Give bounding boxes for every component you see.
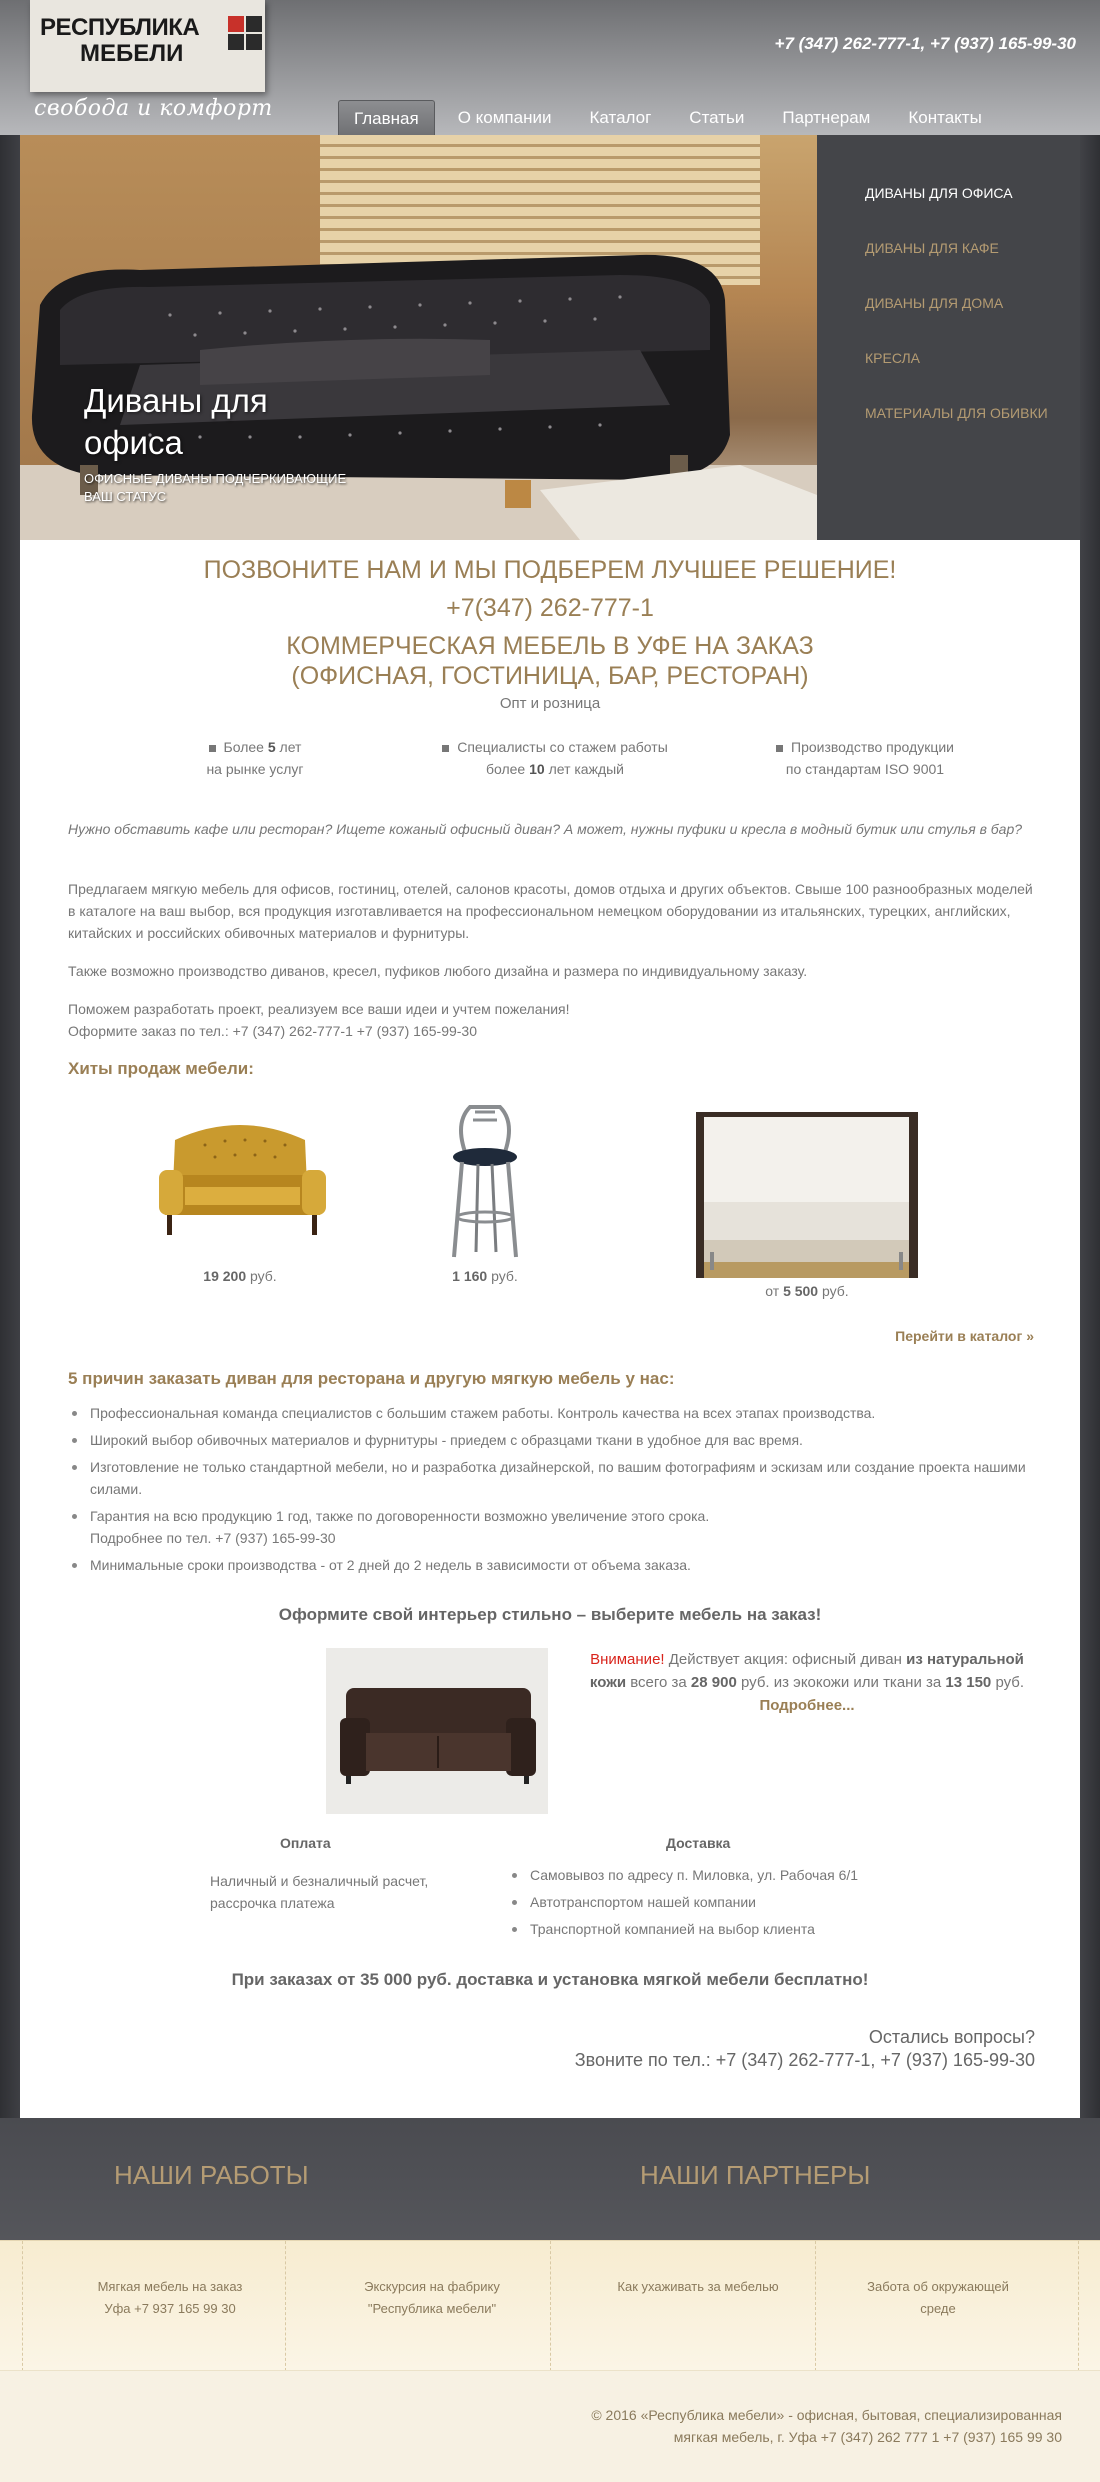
category-cafe-sofas[interactable]: ДИВАНЫ ДЛЯ КАФЕ (865, 240, 999, 256)
nav-item-articles[interactable]: Статьи (674, 100, 759, 136)
footer-link-environment[interactable]: Забота об окружающей среде (818, 2276, 1058, 2320)
delivery-list: Самовывоз по адресу п. Миловка, ул. Рабо… (508, 1864, 928, 1945)
list-item: Профессиональная команда специалистов с … (68, 1402, 1043, 1424)
nav-item-home[interactable]: Главная (338, 100, 435, 136)
delivery-title: Доставка (666, 1835, 731, 1851)
main-content: ПОЗВОНИТЕ НАМ И МЫ ПОДБЕРЕМ ЛУЧШЕЕ РЕШЕН… (20, 540, 1080, 2118)
logo-square-red (228, 16, 244, 32)
logo-text-1: РЕСПУБЛИКА (40, 14, 200, 41)
divider (815, 2241, 816, 2371)
header-phones: +7 (347) 262-777-1, +7 (937) 165-99-30 (774, 34, 1076, 53)
bottom-band: НАШИ РАБОТЫ НАШИ ПАРТНЕРЫ (0, 2118, 1100, 2240)
hits-title: Хиты продаж мебели: (68, 1059, 254, 1078)
our-partners-heading[interactable]: НАШИ ПАРТНЕРЫ (640, 2160, 870, 2191)
list-item: Самовывоз по адресу п. Миловка, ул. Рабо… (508, 1864, 928, 1886)
page-title-1: КОММЕРЧЕСКАЯ МЕБЕЛЬ В УФЕ НА ЗАКАЗ (286, 632, 814, 660)
copyright: © 2016 «Республика мебели» - офисная, бы… (591, 2407, 1062, 2445)
footer-link-factory-tour[interactable]: Экскурсия на фабрику "Республика мебели" (312, 2276, 552, 2320)
slogan: свобода и комфорт (34, 96, 273, 121)
free-delivery-note: При заказах от 35 000 руб. доставка и ус… (231, 1970, 869, 1989)
logo-square-dark (246, 16, 262, 32)
feature-bullet (208, 744, 216, 752)
category-upholstery[interactable]: МАТЕРИАЛЫ ДЛЯ ОБИВКИ (865, 405, 1048, 421)
intro-paragraph-2: Также возможно производство диванов, кре… (68, 963, 808, 979)
feature-bullet (442, 744, 450, 752)
wholesale-retail: Опт и розница (499, 695, 601, 712)
category-armchairs[interactable]: КРЕСЛА (865, 350, 920, 366)
category-home-sofas[interactable]: ДИВАНЫ ДЛЯ ДОМА (865, 295, 1003, 311)
call-heading: ПОЗВОНИТЕ НАМ И МЫ ПОДБЕРЕМ ЛУЧШЕЕ РЕШЕН… (203, 556, 897, 584)
feature-specialists: Специалисты со стажем работы более 10 лет… (420, 736, 690, 780)
header: РЕСПУБЛИКА МЕБЕЛИ свобода и комфорт +7 (… (0, 0, 1100, 136)
catalog-link[interactable]: Перейти в каталог » (895, 1328, 1034, 1344)
nav-item-about[interactable]: О компании (443, 100, 567, 136)
feature-experience: Более 5 лет на рынке услуг (206, 739, 304, 777)
logo-square-dark (246, 34, 262, 50)
list-item: Гарантия на всю продукцию 1 год, также п… (68, 1505, 1043, 1549)
questions-title: Остались вопросы? (868, 2027, 1035, 2047)
payment-text: Наличный и безналичный расчет, рассрочка … (210, 1873, 429, 1911)
page-title-2: (ОФИСНАЯ, ГОСТИНИЦА, БАР, РЕСТОРАН) (291, 662, 809, 690)
category-menu: ДИВАНЫ ДЛЯ ОФИСА ДИВАНЫ ДЛЯ КАФЕ ДИВАНЫ … (817, 135, 1080, 540)
promo-more-link[interactable]: Подробнее... (759, 1697, 854, 1714)
category-office-sofas[interactable]: ДИВАНЫ ДЛЯ ОФИСА (865, 185, 1013, 201)
product-price-2: 1 160 руб. (452, 1268, 518, 1284)
divider (1078, 2241, 1079, 2371)
hero-title: Диваны для офиса (84, 382, 268, 461)
product-price-3: от 5 500 руб. (765, 1283, 849, 1299)
promo-heading: Оформите свой интерьер стильно – выберит… (278, 1605, 822, 1624)
footer: © 2016 «Республика мебели» - офисная, бы… (0, 2370, 1100, 2482)
list-item: Автотранспортом нашей компании (508, 1891, 928, 1913)
questions-phones: Звоните по тел.: +7 (347) 262-777-1, +7 … (574, 2050, 1035, 2070)
list-item: Широкий выбор обивочных материалов и фур… (68, 1429, 1043, 1451)
payment-title: Оплата (280, 1835, 331, 1851)
reasons-list: Профессиональная команда специалистов с … (68, 1402, 1043, 1581)
hero-subtitle: Офисные диваны подчеркивающие ваш статус (84, 471, 347, 504)
product-price-1: 19 200 руб. (203, 1268, 277, 1284)
product-image-bar-stool[interactable] (440, 1102, 530, 1262)
list-item: Транспортной компанией на выбор клиента (508, 1918, 928, 1940)
nav-item-partners[interactable]: Партнерам (767, 100, 885, 136)
intro-italic: Нужно обставить кафе или ресторан? Ищете… (68, 821, 1023, 837)
nav-item-catalog[interactable]: Каталог (574, 100, 666, 136)
intro-paragraph-1: Предлагаем мягкую мебель для офисов, гос… (68, 881, 1033, 941)
promo-text: Внимание! Действует акция: офисный диван… (589, 1651, 1025, 1714)
feature-iso: Производство продукции по стандартам ISO … (755, 736, 975, 780)
divider (22, 2241, 23, 2371)
logo-text-2: МЕБЕЛИ (80, 40, 184, 67)
our-works-heading[interactable]: НАШИ РАБОТЫ (114, 2160, 309, 2191)
feature-bullet (776, 744, 784, 752)
list-item: Изготовление не только стандартной мебел… (68, 1456, 1043, 1500)
promo-image-leather-sofa[interactable] (326, 1648, 548, 1814)
main-nav: Главная О компании Каталог Статьи Партне… (338, 100, 1005, 136)
nav-item-contacts[interactable]: Контакты (893, 100, 996, 136)
logo-square-dark (228, 34, 244, 50)
logo[interactable]: РЕСПУБЛИКА МЕБЕЛИ (30, 0, 265, 92)
footer-links: Мягкая мебель на заказ Уфа +7 937 165 99 … (0, 2240, 1100, 2371)
footer-link-care[interactable]: Как ухаживать за мебелью (578, 2276, 818, 2298)
intro-paragraph-3: Поможем разработать проект, реализуем вс… (68, 1001, 570, 1017)
page: РЕСПУБЛИКА МЕБЕЛИ свобода и комфорт +7 (… (0, 0, 1100, 2482)
hero-banner[interactable]: Диваны для офиса Офисные диваны подчерки… (20, 135, 817, 540)
footer-link-custom-furniture[interactable]: Мягкая мебель на заказ Уфа +7 937 165 99 … (50, 2276, 290, 2320)
list-item: Минимальные сроки производства - от 2 дн… (68, 1554, 1043, 1576)
order-phones: Оформите заказ по тел.: +7 (347) 262-777… (68, 1023, 477, 1039)
reasons-title: 5 причин заказать диван для ресторана и … (68, 1369, 675, 1388)
product-image-white-sofa[interactable] (696, 1112, 918, 1278)
call-phone[interactable]: +7(347) 262-777-1 (20, 594, 1080, 623)
product-image-yellow-sofa[interactable] (155, 1115, 330, 1245)
